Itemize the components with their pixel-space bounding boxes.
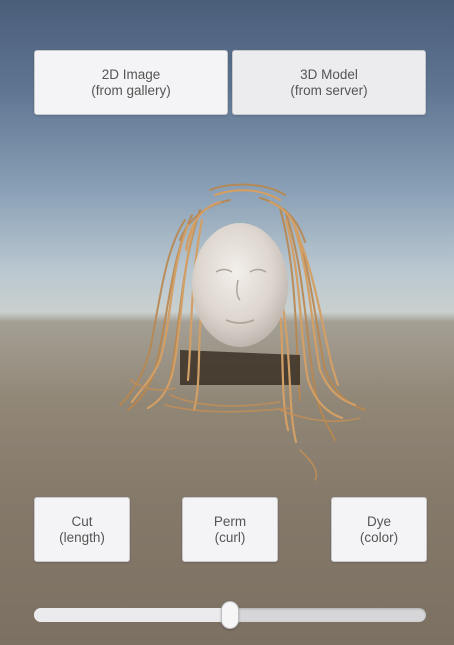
perm-curl-button[interactable]: Perm (curl)	[182, 497, 278, 562]
2d-image-button-subtitle: (from gallery)	[91, 82, 171, 98]
perm-button-subtitle: (curl)	[214, 529, 246, 545]
adjustment-slider[interactable]	[34, 601, 426, 629]
cut-button-title: Cut	[71, 513, 93, 529]
face-mesh	[192, 223, 288, 347]
cut-length-button[interactable]: Cut (length)	[34, 497, 130, 562]
dye-button-subtitle: (color)	[359, 529, 399, 545]
2d-image-from-gallery-button[interactable]: 2D Image (from gallery)	[34, 50, 228, 115]
hair-loose-strands	[129, 379, 361, 481]
slider-fill	[34, 608, 230, 622]
dye-color-button[interactable]: Dye (color)	[331, 497, 427, 562]
2d-image-button-title: 2D Image	[101, 66, 161, 82]
3d-model-button-title: 3D Model	[300, 66, 358, 82]
cut-button-subtitle: (length)	[59, 529, 105, 545]
slider-thumb[interactable]	[221, 601, 239, 629]
hair-model-3d-view[interactable]	[110, 180, 380, 490]
3d-model-from-server-button[interactable]: 3D Model (from server)	[232, 50, 426, 115]
3d-model-button-subtitle: (from server)	[290, 82, 368, 98]
perm-button-title: Perm	[213, 513, 247, 529]
dye-button-title: Dye	[366, 513, 391, 529]
